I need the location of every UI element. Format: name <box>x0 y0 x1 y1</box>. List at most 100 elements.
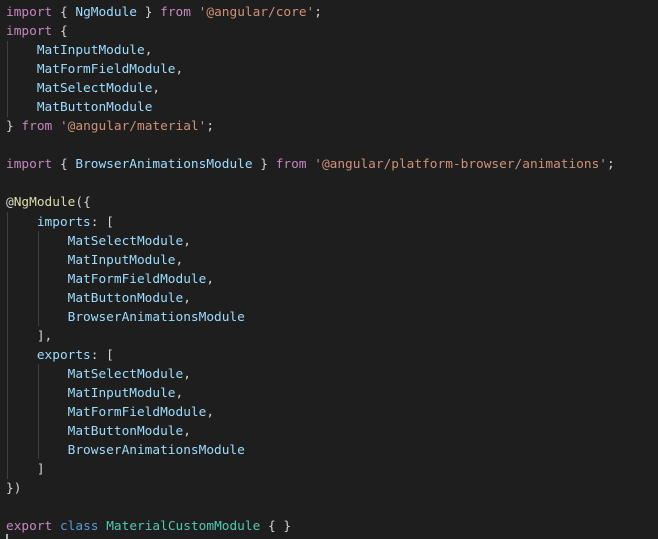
code-line[interactable]: MatFormFieldModule, <box>6 403 615 422</box>
code-token: import <box>6 24 53 40</box>
code-token: , <box>206 404 215 420</box>
code-token: import <box>6 5 53 20</box>
code-token: from <box>160 5 191 20</box>
code-token: BrowserAnimationsModule <box>75 157 253 173</box>
text-cursor <box>6 534 8 539</box>
code-line[interactable]: import { NgModule } from '@angular/core'… <box>6 3 615 22</box>
code-line[interactable]: MatFormFieldModule, <box>6 60 615 79</box>
code-line[interactable]: MatInputModule, <box>6 41 615 60</box>
code-line[interactable]: MatButtonModule, <box>6 422 615 441</box>
code-line[interactable]: import { BrowserAnimationsModule } from … <box>6 155 615 174</box>
code-line[interactable]: BrowserAnimationsModule <box>6 441 615 460</box>
code-token: ; <box>314 5 322 20</box>
code-line[interactable]: imports: [ <box>6 213 615 232</box>
code-line[interactable]: export class MaterialCustomModule { } <box>6 517 615 536</box>
code-token: { <box>52 157 76 173</box>
code-token: MatSelectModule <box>67 366 184 382</box>
code-line[interactable]: }) <box>6 479 615 498</box>
code-token: , <box>175 62 184 78</box>
code-editor[interactable]: import { NgModule } from '@angular/core'… <box>0 0 658 539</box>
code-token: '@angular/platform-browser/animations' <box>314 157 608 173</box>
code-token: } <box>6 119 22 135</box>
code-token: : [ <box>90 347 114 363</box>
code-line[interactable]: MatSelectModule, <box>6 365 615 384</box>
code-line[interactable]: MatInputModule, <box>6 251 615 270</box>
code-token: NgModule <box>13 195 76 211</box>
code-line[interactable]: ​ <box>6 136 615 155</box>
code-token: exports <box>36 347 91 363</box>
code-token: , <box>206 271 215 287</box>
code-token: ; <box>607 157 615 173</box>
code-token: ] <box>6 462 45 478</box>
code-token: '@angular/material' <box>59 119 207 135</box>
code-token: }) <box>6 481 22 497</box>
code-token: NgModule <box>75 5 137 20</box>
code-token: MatInputModule <box>67 252 176 268</box>
code-token: } <box>137 5 161 20</box>
code-line[interactable]: MatButtonModule, <box>6 289 615 308</box>
code-token: { } <box>260 519 292 535</box>
code-token: } <box>252 157 276 173</box>
code-line[interactable]: } from '@angular/material'; <box>6 117 615 136</box>
code-line[interactable]: MatButtonModule <box>6 98 615 117</box>
code-line[interactable]: ​ <box>6 174 615 193</box>
code-token: , <box>152 81 161 97</box>
code-line[interactable]: MatFormFieldModule, <box>6 270 615 289</box>
code-token: , <box>144 43 153 59</box>
code-line[interactable]: ], <box>6 327 615 346</box>
code-token: MatFormFieldModule <box>67 271 207 287</box>
code-token: , <box>175 252 184 268</box>
code-token: , <box>183 290 191 306</box>
code-token: class <box>59 519 99 535</box>
code-line[interactable]: import { <box>6 22 615 41</box>
code-line[interactable]: MatInputModule, <box>6 384 615 403</box>
code-token: MatButtonModule <box>36 100 153 116</box>
code-token: MatFormFieldModule <box>36 62 176 78</box>
code-line[interactable]: BrowserAnimationsModule <box>6 308 615 327</box>
code-token: , <box>183 424 191 440</box>
code-token: , <box>183 366 191 382</box>
code-token: , <box>183 233 191 249</box>
code-token: ], <box>6 328 53 344</box>
code-token: from <box>275 157 307 173</box>
code-token: export <box>6 519 53 535</box>
code-token: { <box>52 5 76 20</box>
code-token: , <box>175 385 184 401</box>
code-line[interactable]: MatSelectModule, <box>6 232 615 251</box>
code-line[interactable]: MatSelectModule, <box>6 79 615 98</box>
code-content[interactable]: import { NgModule } from '@angular/core'… <box>6 3 615 536</box>
code-token: ; <box>206 119 215 135</box>
code-token: : [ <box>90 214 114 230</box>
code-token: BrowserAnimationsModule <box>67 309 245 325</box>
code-token: @ <box>6 195 14 211</box>
code-line[interactable]: ] <box>6 460 615 479</box>
code-line[interactable]: ​ <box>6 498 615 517</box>
code-token: imports <box>36 214 91 230</box>
code-line[interactable]: @NgModule({ <box>6 193 615 212</box>
code-token: BrowserAnimationsModule <box>67 443 245 459</box>
code-token: MatInputModule <box>67 385 176 401</box>
code-line[interactable]: exports: [ <box>6 346 615 365</box>
code-token: MatSelectModule <box>67 233 184 249</box>
code-token: MatFormFieldModule <box>67 404 207 420</box>
code-token: '@angular/core' <box>198 5 315 20</box>
